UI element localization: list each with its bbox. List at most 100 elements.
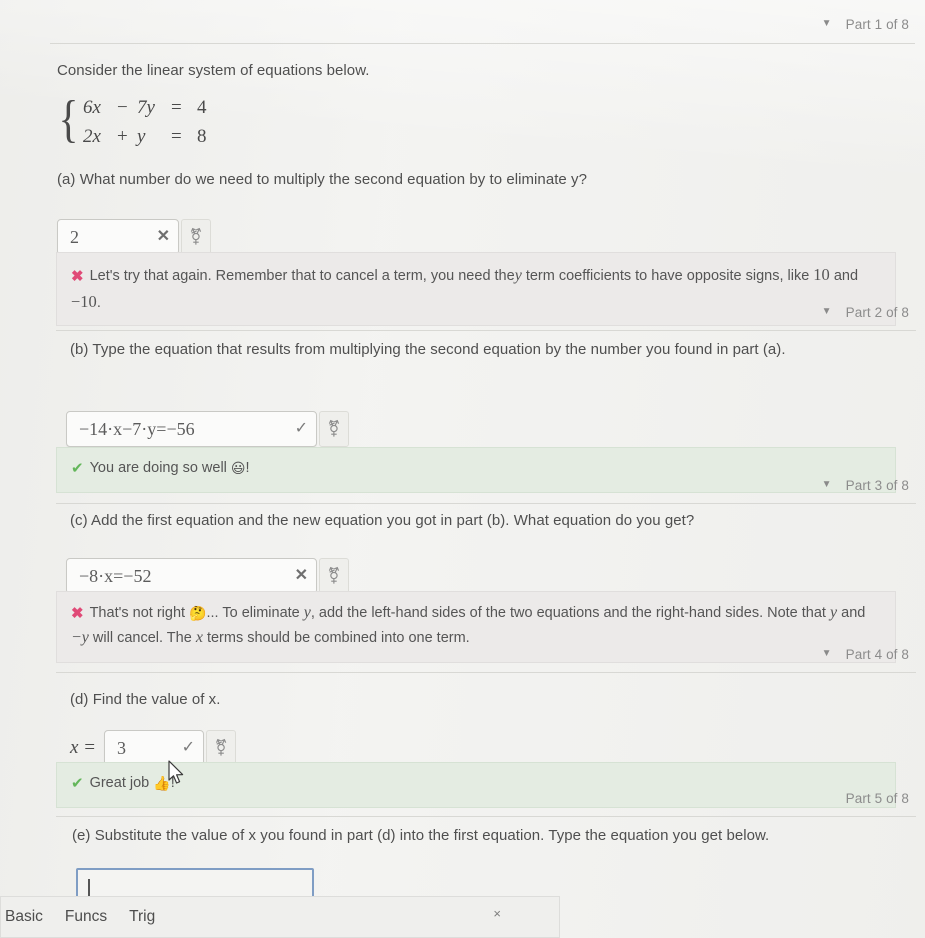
keypad-tab-trig[interactable]: Trig	[129, 908, 155, 926]
eq1-rhs: 4	[196, 96, 207, 118]
answer-value-c: −8·x=−52	[79, 565, 152, 586]
thinking-face-emoji: 🤔	[189, 606, 207, 622]
feedback-c-text-3: , add the left-hand sides of the two equ…	[310, 605, 830, 621]
feedback-b-text-2: !	[245, 460, 250, 476]
eq1-term2: 7y	[136, 96, 155, 118]
math-keypad-button-a[interactable]: ⚧	[181, 219, 211, 255]
eq2-rhs: 8	[196, 125, 207, 147]
feedback-a-num-2: −10	[71, 291, 97, 311]
feedback-c-var-4: x	[195, 628, 203, 646]
feedback-c-text-5: will cancel. The	[88, 629, 196, 646]
feedback-a-text-3: and	[829, 268, 859, 284]
answer-input-b[interactable]: −14·x−7·y=−56 ✓	[66, 411, 317, 447]
part-label-2: Part 2 of 8	[845, 305, 909, 320]
eq1-operator: −	[116, 96, 128, 118]
chevron-down-icon[interactable]: ▼	[822, 18, 832, 29]
math-keypad-panel[interactable]: Basic Funcs Trig ×	[0, 896, 560, 938]
answer-value-b: −14·x−7·y=−56	[79, 418, 195, 439]
divider-4	[56, 672, 916, 673]
feedback-c-text-1: That's not right	[89, 605, 190, 621]
feedback-b-text-1: You are doing so well	[89, 460, 231, 476]
success-icon-d: ✔	[71, 775, 84, 792]
feedback-c-text-4: and	[837, 605, 866, 621]
feedback-c: ✖ That's not right 🤔... To eliminate y, a…	[56, 591, 896, 663]
math-keypad-icon: ⚧	[189, 227, 203, 246]
system-of-equations: { 6x − 7y = 4 2x + y = 8	[56, 91, 215, 148]
feedback-a-text-1: Let's try that again. Remember that to c…	[89, 268, 515, 284]
part-header-1[interactable]: ▼ Part 1 of 8	[822, 17, 909, 32]
feedback-d-text-1: Great job	[89, 775, 154, 791]
eq2-operator: +	[116, 125, 128, 147]
error-icon-c: ✖	[71, 605, 84, 622]
math-keypad-button-d[interactable]: ⚧	[206, 730, 237, 766]
equation-list: 6x − 7y = 4 2x + y = 8	[81, 96, 215, 148]
eq1-equals: =	[170, 96, 182, 118]
close-icon[interactable]: ×	[493, 907, 501, 920]
feedback-d: ✔ Great job 👍!	[56, 762, 896, 808]
chevron-down-icon[interactable]: ▼	[822, 306, 832, 317]
eq2-equals: =	[170, 125, 182, 147]
feedback-a-num-1: 10	[813, 265, 830, 284]
divider-5	[56, 816, 916, 817]
equation-row-1: 6x − 7y = 4	[83, 97, 215, 119]
math-keypad-button-b[interactable]: ⚧	[319, 411, 349, 447]
feedback-c-text-2: ... To eliminate	[206, 605, 304, 621]
question-c: (c) Add the first equation and the new e…	[70, 512, 695, 529]
answer-input-d[interactable]: 3 ✓	[104, 730, 205, 766]
correct-mark-icon-d: ✓	[181, 739, 196, 756]
answer-d-prefix: x =	[70, 737, 97, 758]
answer-value-d: 3	[117, 737, 127, 758]
feedback-a-text-2: term coefficients to have opposite signs…	[521, 268, 814, 284]
answer-group-d[interactable]: x = 3 ✓ ⚧	[70, 730, 237, 766]
intro-text: Consider the linear system of equations …	[57, 62, 370, 79]
feedback-c-var-1: y	[303, 604, 311, 621]
answer-input-a[interactable]: 2 ✕	[57, 219, 179, 255]
correct-mark-icon-b: ✓	[294, 420, 308, 437]
feedback-d-text-2: !	[170, 775, 175, 791]
left-brace: {	[58, 91, 79, 148]
part-label-3: Part 3 of 8	[845, 478, 909, 493]
part-header-4[interactable]: ▼ Part 4 of 8	[822, 647, 909, 662]
part-header-3[interactable]: ▼ Part 3 of 8	[822, 478, 909, 493]
feedback-a: ✖ Let's try that again. Remember that to …	[56, 252, 896, 327]
success-icon-b: ✔	[71, 460, 84, 477]
math-keypad-icon: ⚧	[214, 738, 228, 757]
answer-group-c[interactable]: −8·x=−52 ✕ ⚧	[66, 558, 349, 594]
part-label-5: Part 5 of 8	[845, 791, 909, 806]
answer-input-c[interactable]: −8·x=−52 ✕	[66, 558, 317, 594]
keypad-tab-funcs[interactable]: Funcs	[65, 908, 107, 926]
part-label-4: Part 4 of 8	[845, 647, 909, 662]
eq1-term1: 6x	[82, 96, 101, 118]
question-e: (e) Substitute the value of x you found …	[72, 827, 770, 844]
answer-group-a[interactable]: 2 ✕ ⚧	[57, 219, 211, 255]
assignment-sheet: ▼ Part 1 of 8 Consider the linear system…	[0, 0, 925, 938]
math-keypad-icon: ⚧	[327, 419, 341, 438]
feedback-c-text-6: terms should be combined into one term.	[202, 629, 470, 646]
equation-row-2: 2x + y = 8	[83, 126, 215, 148]
question-b: (b) Type the equation that results from …	[70, 341, 786, 358]
keypad-tab-basic[interactable]: Basic	[5, 908, 43, 926]
part-header-5[interactable]: Part 5 of 8	[832, 791, 909, 806]
smiling-face-emoji: 😃	[230, 461, 246, 477]
feedback-a-var-y: y	[514, 267, 522, 284]
math-keypad-icon: ⚧	[327, 566, 341, 585]
answer-group-b[interactable]: −14·x−7·y=−56 ✓ ⚧	[66, 411, 349, 447]
divider-3	[56, 503, 916, 504]
error-icon-a: ✖	[71, 268, 84, 285]
part-header-2[interactable]: ▼ Part 2 of 8	[822, 305, 909, 320]
thumbs-up-emoji: 👍	[153, 776, 171, 792]
chevron-down-icon[interactable]: ▼	[822, 479, 832, 490]
chevron-down-icon[interactable]: ▼	[822, 648, 832, 659]
divider-2	[56, 330, 916, 331]
feedback-c-var-3: −y	[71, 628, 89, 646]
incorrect-mark-icon-c: ✕	[294, 567, 308, 584]
part-label-1: Part 1 of 8	[845, 17, 909, 32]
answer-value-a: 2	[70, 226, 79, 247]
incorrect-mark-icon-a: ✕	[156, 228, 170, 245]
keypad-tab-list: Basic Funcs Trig	[1, 908, 155, 926]
math-keypad-button-c[interactable]: ⚧	[319, 558, 349, 594]
feedback-b: ✔ You are doing so well 😃!	[56, 447, 896, 493]
divider-1	[50, 43, 915, 44]
feedback-a-text-4: .	[96, 294, 101, 311]
eq2-term2: y	[136, 125, 146, 147]
